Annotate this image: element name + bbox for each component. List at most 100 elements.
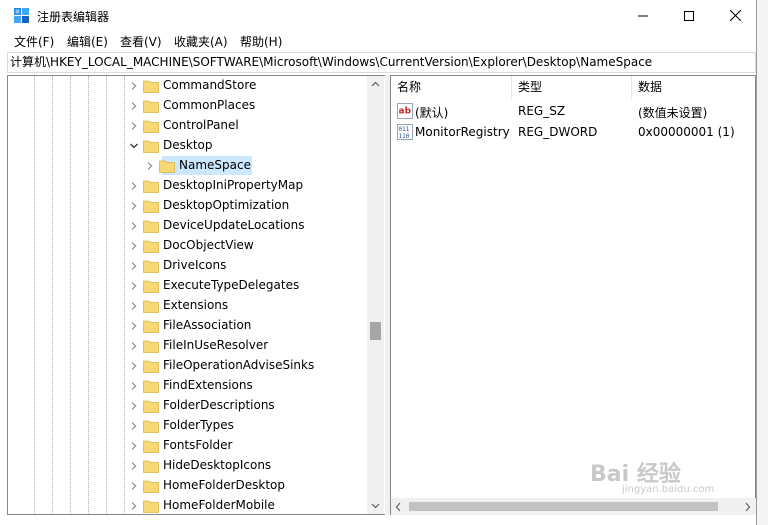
values-horizontal-scrollbar[interactable]	[391, 498, 756, 515]
chevron-right-icon[interactable]	[129, 361, 139, 371]
tree-item-label: FolderTypes	[163, 418, 234, 432]
tree-item[interactable]: DeviceUpdateLocations	[8, 216, 368, 236]
binary-value-icon: 011 110	[397, 124, 413, 140]
chevron-right-icon[interactable]	[129, 481, 139, 491]
tree-item[interactable]: FileInUseResolver	[8, 336, 368, 356]
scroll-right-arrow-icon[interactable]	[745, 501, 751, 515]
tree-item[interactable]: DesktopIniPropertyMap	[8, 176, 368, 196]
chevron-right-icon[interactable]	[129, 281, 139, 291]
address-bar[interactable]: 计算机\HKEY_LOCAL_MACHINE\SOFTWARE\Microsof…	[7, 52, 756, 73]
menu-bar: 文件(F) 编辑(E) 查看(V) 收藏夹(A) 帮助(H)	[0, 31, 756, 51]
tree-item-label: FolderDescriptions	[163, 398, 275, 412]
tree-item-label: DocObjectView	[163, 238, 254, 252]
chevron-right-icon[interactable]	[129, 261, 139, 271]
folder-icon	[143, 260, 159, 273]
title-bar: 注册表编辑器	[0, 0, 756, 31]
tree-item[interactable]: FindExtensions	[8, 376, 368, 396]
chevron-right-icon[interactable]	[129, 121, 139, 131]
menu-view[interactable]: 查看(V)	[120, 33, 162, 50]
column-header-data[interactable]: 数据	[632, 76, 755, 99]
chevron-right-icon[interactable]	[129, 201, 139, 211]
close-button[interactable]	[712, 0, 758, 31]
value-name: MonitorRegistry	[415, 125, 510, 139]
tree-item[interactable]: DriveIcons	[8, 256, 368, 276]
tree-vertical-scrollbar[interactable]	[367, 75, 384, 515]
value-row[interactable]: ab (默认) REG_SZ (数值未设置)	[391, 101, 755, 121]
tree-item-label: Extensions	[163, 298, 229, 312]
watermark-url: jingyan.baidu.com	[622, 484, 715, 495]
chevron-right-icon[interactable]	[129, 461, 139, 471]
registry-tree[interactable]: CommandStore CommonPlaces ControlPanel Desk…	[7, 75, 385, 515]
chevron-right-icon[interactable]	[129, 401, 139, 411]
chevron-right-icon[interactable]	[129, 221, 139, 231]
horizontal-scrollbar-thumb[interactable]	[409, 502, 718, 511]
tree-item[interactable]: DesktopOptimization	[8, 196, 368, 216]
menu-file[interactable]: 文件(F)	[14, 33, 54, 50]
tree-item-label: FileInUseResolver	[163, 338, 269, 352]
maximize-button[interactable]	[666, 0, 712, 31]
tree-item-label: Desktop	[163, 138, 213, 152]
folder-icon	[143, 440, 159, 453]
chevron-right-icon[interactable]	[129, 301, 139, 311]
scroll-up-arrow-icon[interactable]	[370, 78, 381, 90]
svg-text:ab: ab	[399, 107, 412, 117]
folder-icon	[143, 220, 159, 233]
chevron-right-icon[interactable]	[129, 501, 139, 511]
chevron-right-icon[interactable]	[129, 321, 139, 331]
values-list[interactable]: 名称 类型 数据 ab (默认) REG_SZ (数值未设置) 011 110 …	[390, 75, 756, 515]
chevron-right-icon[interactable]	[129, 341, 139, 351]
scroll-down-arrow-icon[interactable]	[370, 500, 381, 512]
string-value-icon: ab	[397, 103, 413, 119]
tree-item[interactable]: FolderTypes	[8, 416, 368, 436]
close-icon	[729, 10, 741, 21]
column-header-type[interactable]: 类型	[512, 76, 632, 99]
tree-item[interactable]: ExecuteTypeDelegates	[8, 276, 368, 296]
tree-item[interactable]: CommandStore	[8, 76, 368, 96]
chevron-right-icon[interactable]	[145, 161, 155, 171]
folder-icon	[143, 280, 159, 293]
chevron-right-icon[interactable]	[129, 81, 139, 91]
registry-editor-app-icon	[14, 8, 29, 23]
tree-item[interactable]: FileAssociation	[8, 316, 368, 336]
chevron-right-icon[interactable]	[129, 421, 139, 431]
folder-icon	[143, 480, 159, 493]
menu-help[interactable]: 帮助(H)	[240, 33, 282, 50]
tree-item[interactable]: HomeFolderDesktop	[8, 476, 368, 496]
tree-item[interactable]: HideDesktopIcons	[8, 456, 368, 476]
folder-icon	[159, 160, 175, 173]
scrollbar-thumb[interactable]	[370, 322, 381, 340]
folder-icon	[143, 420, 159, 433]
tree-item-label: FontsFolder	[163, 438, 233, 452]
tree-item[interactable]: HomeFolderMobile	[8, 496, 368, 514]
svg-text:110: 110	[399, 133, 410, 140]
chevron-right-icon[interactable]	[129, 241, 139, 251]
tree-item[interactable]: NameSpace	[8, 156, 368, 176]
chevron-right-icon[interactable]	[129, 441, 139, 451]
chevron-down-icon[interactable]	[129, 141, 139, 151]
minimize-button[interactable]	[620, 0, 666, 31]
tree-item[interactable]: DocObjectView	[8, 236, 368, 256]
scroll-left-arrow-icon[interactable]	[395, 501, 401, 515]
tree-item[interactable]: ControlPanel	[8, 116, 368, 136]
tree-item[interactable]: FolderDescriptions	[8, 396, 368, 416]
value-type: REG_SZ	[518, 104, 566, 118]
folder-icon	[143, 400, 159, 413]
column-header-name[interactable]: 名称	[391, 76, 512, 99]
tree-item-label: DriveIcons	[163, 258, 227, 272]
folder-icon	[143, 140, 159, 153]
menu-favorites[interactable]: 收藏夹(A)	[174, 33, 228, 50]
tree-item[interactable]: Extensions	[8, 296, 368, 316]
tree-item[interactable]: FontsFolder	[8, 436, 368, 456]
chevron-right-icon[interactable]	[129, 101, 139, 111]
chevron-right-icon[interactable]	[129, 181, 139, 191]
tree-item[interactable]: Desktop	[8, 136, 368, 156]
tree-item[interactable]: CommonPlaces	[8, 96, 368, 116]
chevron-right-icon[interactable]	[129, 381, 139, 391]
folder-icon	[143, 100, 159, 113]
value-type: REG_DWORD	[518, 125, 598, 139]
value-data: (数值未设置)	[638, 106, 708, 120]
value-row[interactable]: 011 110 MonitorRegistry REG_DWORD 0x0000…	[391, 122, 755, 142]
svg-text:011: 011	[399, 126, 410, 133]
menu-edit[interactable]: 编辑(E)	[67, 33, 108, 50]
tree-item[interactable]: FileOperationAdviseSinks	[8, 356, 368, 376]
